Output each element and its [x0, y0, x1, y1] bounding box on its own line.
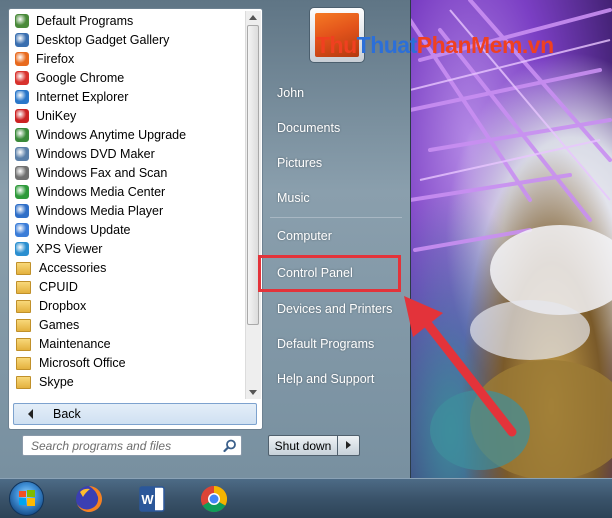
pointer-arrow — [404, 296, 517, 437]
firefox-icon[interactable] — [74, 484, 104, 514]
svg-text:W: W — [141, 492, 154, 507]
chrome-icon[interactable] — [199, 484, 229, 514]
word-icon[interactable]: W — [137, 484, 167, 514]
start-orb-icon[interactable] — [9, 481, 44, 516]
windows-flag-icon — [19, 490, 35, 506]
taskbar: W — [0, 478, 612, 518]
